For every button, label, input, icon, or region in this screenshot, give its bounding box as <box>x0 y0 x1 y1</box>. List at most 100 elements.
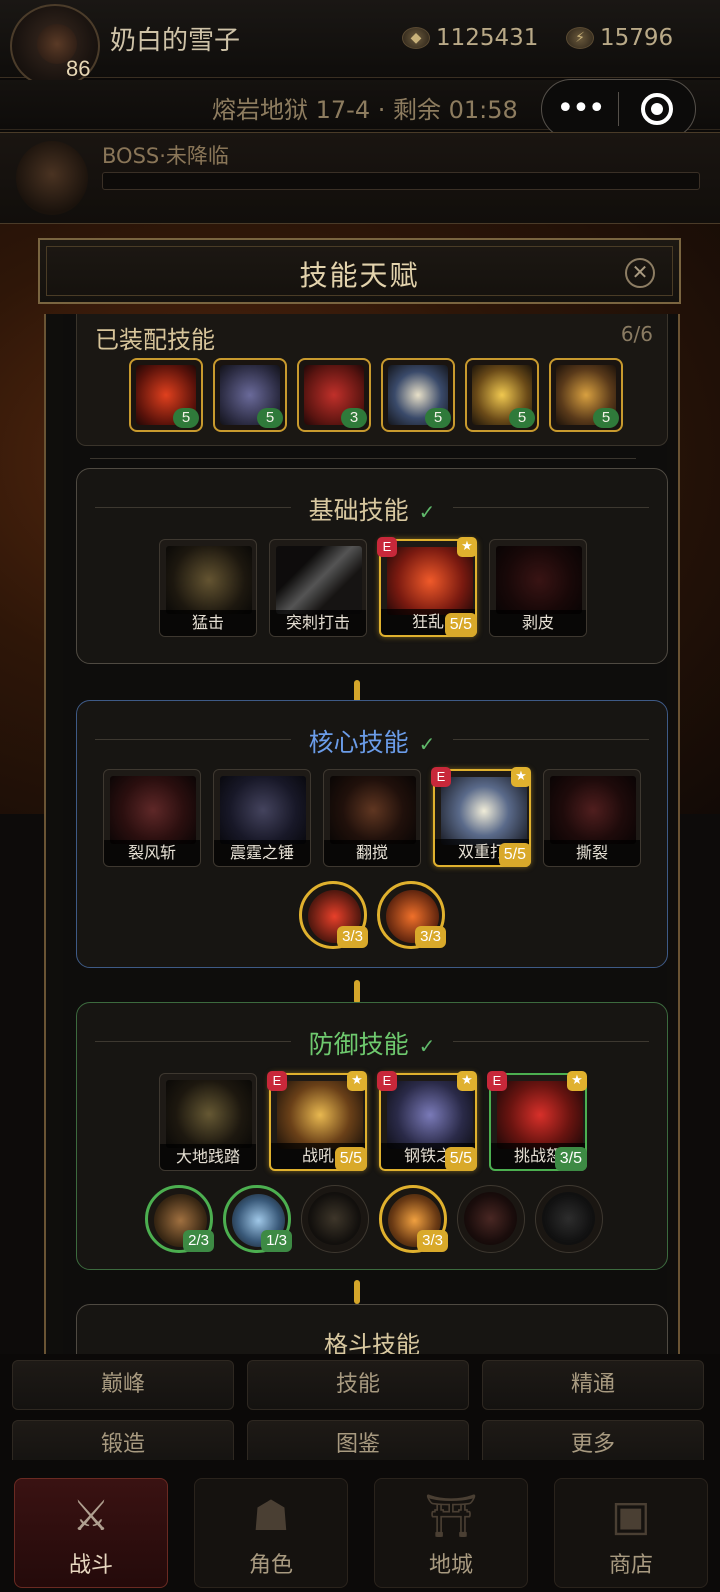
star-icon: ★ <box>567 1071 587 1091</box>
passive-rank: 3/3 <box>417 1230 448 1252</box>
skill-card[interactable]: 钢铁之 E ★ 5/5 <box>377 1071 477 1171</box>
skill-name: 突刺打击 <box>270 610 366 636</box>
slot-level: 5 <box>593 408 619 428</box>
skill-name: 翻搅 <box>324 840 420 866</box>
core-skill-row: 裂风斩 震霆之锤 翻搅 双重打 E ★ 5/5 撕裂 <box>103 767 641 867</box>
passive-rank: 3/3 <box>415 926 446 948</box>
passive-node[interactable]: 3/3 <box>377 881 446 949</box>
skill-card[interactable]: 战吼 E ★ 5/5 <box>267 1071 367 1171</box>
helmet-icon: ☗ <box>252 1491 290 1540</box>
nav-label: 地城 <box>428 1553 473 1578</box>
equipped-badge: E <box>487 1071 507 1091</box>
section-title: 基础技能 ✓ <box>77 491 667 527</box>
skill-card[interactable]: 狂乱 E ★ 5/5 <box>377 537 477 637</box>
player-level: 86 <box>66 56 91 81</box>
skill-card[interactable]: 撕裂 <box>543 769 641 867</box>
skill-rank: 5/5 <box>444 613 477 637</box>
section-connector <box>354 1280 360 1304</box>
basic-skill-row: 猛击 突刺打击 狂乱 E ★ 5/5 剥皮 <box>159 537 587 637</box>
skill-card[interactable]: 双重打 E ★ 5/5 <box>431 767 531 867</box>
defense-passive-row: 2/3 1/3 3/3 <box>145 1185 603 1253</box>
equipped-badge: E <box>377 537 397 557</box>
check-icon: ✓ <box>418 1034 436 1058</box>
button-mastery[interactable]: 精通 <box>482 1360 704 1410</box>
passive-rank: 3/3 <box>337 926 368 948</box>
section-basic-skills: 基础技能 ✓ 猛击 突刺打击 狂乱 E ★ 5/5 剥皮 <box>76 468 668 664</box>
skill-rank: 5/5 <box>334 1147 367 1171</box>
section-title: 核心技能 ✓ <box>77 723 667 759</box>
divider <box>90 458 636 459</box>
chest-icon: ▣ <box>611 1491 651 1540</box>
slot-level: 5 <box>509 408 535 428</box>
gate-icon: ⛩ <box>424 1491 478 1540</box>
passive-node[interactable] <box>535 1185 603 1253</box>
star-icon: ★ <box>511 767 531 787</box>
equipped-slots: 5 5 3 5 5 5 <box>129 358 623 432</box>
boss-hp-bar <box>102 172 700 190</box>
modal-header: 技能天赋 ✕ <box>38 238 681 304</box>
equipped-badge: E <box>267 1071 287 1091</box>
section-connector <box>354 980 360 1004</box>
nav-label: 战斗 <box>68 1553 113 1578</box>
skill-card[interactable]: 大地践踏 <box>159 1073 257 1171</box>
passive-node[interactable]: 2/3 <box>145 1185 214 1253</box>
core-passive-row: 3/3 3/3 <box>299 881 446 949</box>
skill-rank: 5/5 <box>498 843 531 867</box>
gold-value: 1125431 <box>436 25 539 51</box>
passive-node[interactable]: 3/3 <box>299 881 368 949</box>
passive-node[interactable]: 3/3 <box>379 1185 448 1253</box>
skill-name: 撕裂 <box>544 840 640 866</box>
passive-node[interactable]: 1/3 <box>223 1185 292 1253</box>
skill-card[interactable]: 翻搅 <box>323 769 421 867</box>
nav-label: 商店 <box>608 1553 653 1578</box>
equipped-badge: E <box>377 1071 397 1091</box>
skill-card[interactable]: 剥皮 <box>489 539 587 637</box>
top-bar: 86 奶白的雪子 ◆ 1125431 ⚡ 15796 <box>0 0 720 88</box>
defense-skill-row: 大地践踏 战吼 E ★ 5/5 钢铁之 E ★ 5/5 挑战怒 E ★ 3/5 <box>159 1071 587 1171</box>
slot-level: 5 <box>257 408 283 428</box>
more-dots-icon[interactable]: ••• <box>542 94 618 124</box>
equipped-count: 6/6 <box>620 322 653 346</box>
boss-portrait <box>16 141 88 215</box>
equipped-slot[interactable]: 5 <box>381 358 455 432</box>
skill-talent-panel[interactable]: 已装配技能 6/6 5 5 3 5 5 5 基础技能 ✓ 猛击 突刺打击 狂乱 E ★… <box>44 314 680 1354</box>
nav-dungeon[interactable]: ⛩ 地城 <box>374 1478 528 1588</box>
nav-battle[interactable]: ⚔ 战斗 <box>14 1478 168 1588</box>
skill-card[interactable]: 震霆之锤 <box>213 769 311 867</box>
crossed-swords-icon: ⚔ <box>72 1491 110 1540</box>
section-title-text: 防御技能 <box>308 1030 409 1059</box>
equipped-slot[interactable]: 5 <box>213 358 287 432</box>
check-icon: ✓ <box>418 500 436 524</box>
energy-counter: ⚡ 15796 <box>566 22 673 54</box>
nav-character[interactable]: ☗ 角色 <box>194 1478 348 1588</box>
skill-card[interactable]: 裂风斩 <box>103 769 201 867</box>
button-peak[interactable]: 巅峰 <box>12 1360 234 1410</box>
skill-card[interactable]: 突刺打击 <box>269 539 367 637</box>
slot-level: 3 <box>341 408 367 428</box>
close-icon[interactable]: ✕ <box>625 258 655 288</box>
modal-title: 技能天赋 <box>299 259 420 292</box>
skill-name: 震霆之锤 <box>214 840 310 866</box>
stage-text: 熔岩地狱 17-4 · 剩余 01:58 <box>212 96 518 124</box>
star-icon: ★ <box>457 1071 477 1091</box>
coin-icon: ◆ <box>402 27 430 49</box>
equipped-badge: E <box>431 767 451 787</box>
equipped-slot[interactable]: 5 <box>465 358 539 432</box>
equipped-slot[interactable]: 5 <box>129 358 203 432</box>
equipped-slot[interactable]: 3 <box>297 358 371 432</box>
equipped-slot[interactable]: 5 <box>549 358 623 432</box>
skill-name: 猛击 <box>160 610 256 636</box>
button-skills[interactable]: 技能 <box>247 1360 469 1410</box>
passive-rank: 1/3 <box>261 1230 292 1252</box>
lightning-icon: ⚡ <box>566 27 594 49</box>
skill-name: 剥皮 <box>490 610 586 636</box>
target-icon[interactable] <box>619 93 695 125</box>
passive-node[interactable] <box>301 1185 369 1253</box>
nav-shop[interactable]: ▣ 商店 <box>554 1478 708 1588</box>
passive-node[interactable] <box>457 1185 525 1253</box>
boss-status: BOSS·未降临 <box>102 144 229 168</box>
skill-card[interactable]: 挑战怒 E ★ 3/5 <box>487 1071 587 1171</box>
skill-card[interactable]: 猛击 <box>159 539 257 637</box>
nav-label: 角色 <box>248 1553 293 1578</box>
section-title-text: 格斗技能 <box>324 1331 420 1354</box>
